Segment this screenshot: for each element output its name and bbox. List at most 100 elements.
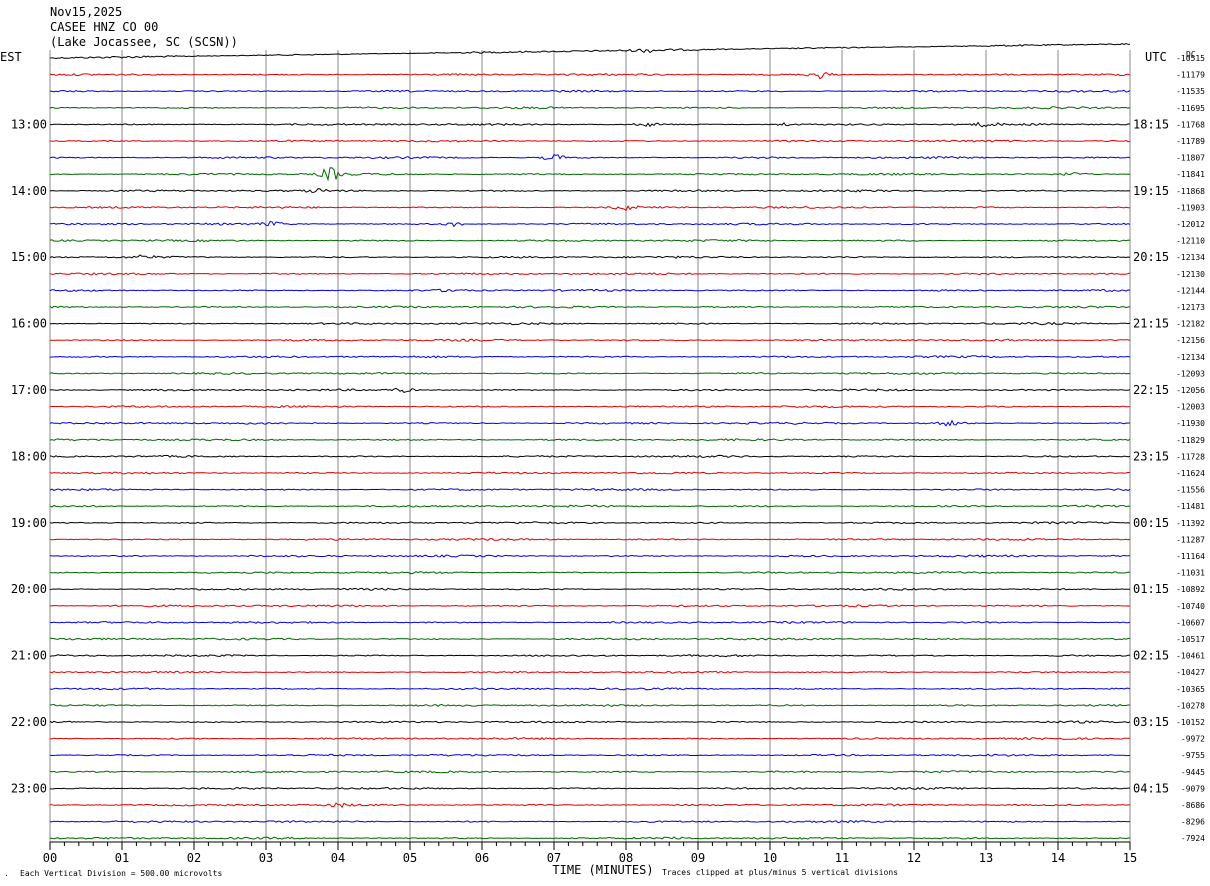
trace-row-2 [49, 89, 1131, 93]
dc-offset-label: -11695 [1176, 104, 1205, 113]
dc-offset-label: -10740 [1176, 602, 1205, 611]
trace-row-9 [49, 205, 1130, 212]
x-tick-label: 04 [331, 851, 345, 865]
minute-gridlines [49, 50, 1131, 842]
right-hour-label: 20:15 [1133, 250, 1169, 264]
dc-offset-label: -10461 [1176, 652, 1205, 661]
x-tick-label: 09 [691, 851, 705, 865]
dc-offset-label: -9972 [1181, 735, 1205, 744]
dc-offset-label: -8296 [1181, 818, 1205, 827]
x-tick-label: 14 [1051, 851, 1065, 865]
dc-offset-label: -12130 [1176, 270, 1205, 279]
trace-row-23 [49, 438, 1131, 442]
dc-offset-label: -12134 [1176, 253, 1205, 262]
dc-offset-label: -11164 [1176, 552, 1205, 561]
trace-row-5 [50, 139, 1130, 143]
left-hour-label: 14:00 [11, 184, 47, 198]
trace-row-41 [49, 737, 1130, 741]
trace-row-32 [49, 587, 1131, 591]
trace-row-10 [50, 221, 1131, 228]
trace-row-43 [49, 770, 1131, 774]
dc-offset-label: -12173 [1176, 303, 1205, 312]
x-tick-label: 11 [835, 851, 849, 865]
dc-offset-label: -8686 [1181, 801, 1205, 810]
dc-offset-label: -12012 [1176, 220, 1205, 229]
left-hour-label: 16:00 [11, 317, 47, 331]
trace-row-27 [49, 504, 1131, 508]
dc-offset-label: -12144 [1176, 286, 1205, 295]
trace-row-8 [49, 188, 1131, 193]
dc-offset-label: -11179 [1176, 71, 1205, 80]
trace-row-7 [49, 167, 1131, 182]
x-tick-label: 13 [979, 851, 993, 865]
right-hour-label: 00:15 [1133, 516, 1169, 530]
x-axis: 00 01 02 03 04 05 06 07 08 09 10 11 12 13 14 15 [43, 841, 1137, 865]
trace-row-26 [49, 488, 1131, 492]
helicorder-plot: Nov15,2025 CASEE HNZ CO 00 (Lake Jocasse… [0, 5, 1205, 878]
trace-row-17 [49, 338, 1131, 342]
dc-offset-label: -11287 [1176, 535, 1205, 544]
dc-offset-label: -11535 [1176, 87, 1205, 96]
trace-row-37 [49, 670, 1131, 674]
station-label: CASEE HNZ CO 00 [50, 20, 158, 34]
x-tick-label: 05 [403, 851, 417, 865]
dc-offset-label: -10152 [1176, 718, 1205, 727]
footer-marker: . [4, 869, 9, 878]
trace-row-1 [49, 71, 1131, 80]
dc-offset-label: -12093 [1176, 369, 1205, 378]
dc-offset-label: -10607 [1176, 618, 1205, 627]
dc-offset-label: -12056 [1176, 386, 1205, 395]
right-hour-label: 23:15 [1133, 449, 1169, 463]
dc-offset-label: -11789 [1176, 137, 1205, 146]
trace-row-46 [50, 819, 1131, 824]
dc-offset-label: -10278 [1176, 701, 1205, 710]
dc-offset-label: -10517 [1176, 635, 1205, 644]
x-tick-label: 01 [115, 851, 129, 865]
left-hour-label: 15:00 [11, 250, 47, 264]
right-hour-label: 04:15 [1133, 781, 1169, 795]
trace-row-40 [49, 720, 1131, 724]
dc-offset-label: -10892 [1176, 585, 1205, 594]
left-hour-label: 22:00 [11, 715, 47, 729]
dc-offset-label: -12134 [1176, 353, 1205, 362]
date-label: Nov15,2025 [50, 5, 122, 19]
time-labels: 13:00 14:00 15:00 16:00 17:00 18:00 19:00 20:00… [11, 54, 1205, 843]
dc-offset-label: -10427 [1176, 668, 1205, 677]
trace-row-6 [49, 153, 1131, 160]
trace-row-29 [49, 537, 1131, 541]
trace-row-44 [49, 786, 1130, 790]
dc-offset-label: -11556 [1176, 486, 1205, 495]
dc-offset-label: -11768 [1176, 120, 1205, 129]
x-tick-label: 12 [907, 851, 921, 865]
dc-offset-label: -11624 [1176, 469, 1205, 478]
trace-row-31 [49, 571, 1131, 575]
trace-row-14 [49, 288, 1131, 293]
trace-row-20 [49, 387, 1131, 393]
dc-offset-label: -12182 [1176, 320, 1205, 329]
x-tick-label: 06 [475, 851, 489, 865]
trace-row-21 [49, 405, 1131, 409]
dc-offset-label: -11930 [1176, 419, 1205, 428]
trace-row-47 [49, 836, 1131, 840]
dc-offset-label: -11868 [1176, 187, 1205, 196]
trace-row-33 [49, 604, 1131, 608]
trace-row-45 [49, 802, 1130, 809]
x-axis-label: TIME (MINUTES) [552, 863, 653, 877]
trace-row-16 [49, 321, 1131, 326]
right-hour-label: 22:15 [1133, 383, 1169, 397]
location-label: (Lake Jocassee, SC (SCSN)) [50, 35, 238, 49]
dc-offset-label: -11829 [1176, 436, 1205, 445]
trace-row-3 [49, 106, 1131, 110]
trace-row-13 [49, 272, 1131, 276]
trace-row-30 [49, 554, 1131, 558]
dc-offset-label: -11728 [1176, 452, 1205, 461]
dc-offset-label: -11392 [1176, 519, 1205, 528]
x-tick-label: 00 [43, 851, 57, 865]
trace-row-11 [49, 239, 1131, 243]
x-tick-label: 10 [763, 851, 777, 865]
trace-row-24 [49, 454, 1131, 458]
dc-offset-label: -7924 [1181, 834, 1205, 843]
trace-row-15 [49, 305, 1131, 309]
dc-offset-label: -9755 [1181, 751, 1205, 760]
left-hour-label: 18:00 [11, 449, 47, 463]
